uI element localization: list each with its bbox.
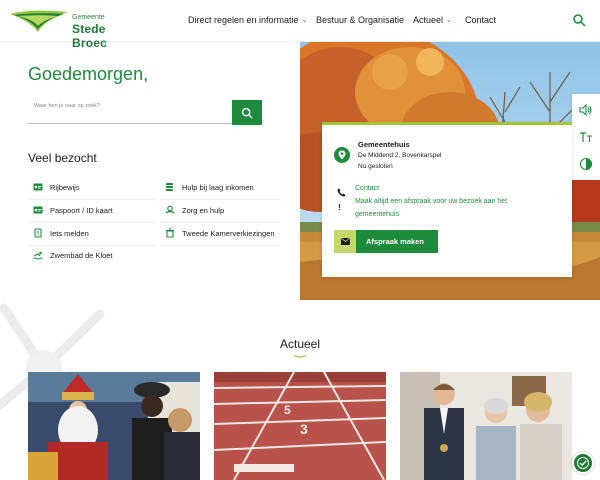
town-hall-info-card: Gemeentehuis De Middend 2, Bovenkarspel …	[322, 122, 572, 277]
link-label: Rijbewijs	[50, 182, 80, 192]
id-card-icon	[32, 182, 44, 192]
site-header: Gemeente Stede Broec Direct regelen en i…	[0, 0, 600, 50]
mayor-photo	[400, 372, 572, 480]
logo-text-small: Gemeente	[72, 14, 105, 21]
nav-bestuur-organisatie[interactable]: Bestuur & Organisatie	[316, 15, 404, 25]
nav-label: Actueel	[413, 15, 444, 25]
search-submit-button[interactable]	[232, 100, 262, 125]
report-icon	[32, 228, 44, 238]
link-rijbewijs[interactable]: Rijbewijs	[32, 182, 80, 192]
most-visited-heading: Veel bezocht	[28, 151, 97, 165]
link-label: Zorg en hulp	[182, 205, 225, 215]
swimmer-icon	[32, 250, 44, 260]
nav-label: Contact	[465, 15, 497, 25]
news-item-mayor[interactable]	[400, 372, 572, 480]
contrast-button[interactable]	[578, 156, 594, 172]
link-label: Hulp bij laag inkomen	[182, 182, 254, 192]
id-card-icon	[32, 205, 44, 215]
news-item-sinterklaas[interactable]	[28, 372, 200, 480]
divider	[28, 245, 156, 246]
opening-status: Nu gesloten	[358, 163, 393, 170]
search-icon	[573, 14, 586, 27]
envelope-icon	[334, 230, 356, 253]
speaker-icon	[579, 104, 592, 116]
link-label: Paspoort / ID kaart	[50, 205, 113, 215]
divider	[160, 245, 280, 246]
notice-icon: !	[338, 203, 341, 212]
divider	[28, 222, 156, 223]
link-zwembad-de-kloet[interactable]: Zwembad de Kloet	[32, 250, 113, 260]
phone-icon	[337, 184, 347, 197]
divider	[160, 199, 280, 200]
link-tweede-kamerverkiezingen[interactable]: Tweede Kamerverkiezingen	[164, 228, 275, 238]
link-paspoort-id[interactable]: Paspoort / ID kaart	[32, 205, 113, 215]
location-address: De Middend 2, Bovenkarspel	[358, 152, 442, 159]
link-label: Zwembad de Kloet	[50, 250, 113, 260]
coins-icon	[164, 182, 176, 192]
running-track-photo: 5 3	[214, 372, 386, 480]
search-icon	[241, 107, 253, 118]
chevron-down-icon: ⌄	[446, 17, 452, 24]
read-aloud-button[interactable]	[578, 102, 594, 118]
nav-label: Bestuur & Organisatie	[316, 15, 405, 25]
sinterklaas-photo	[28, 372, 200, 480]
logo-text-main: Stede Broec	[72, 22, 108, 50]
header-search-button[interactable]	[572, 13, 586, 27]
link-label: Tweede Kamerverkiezingen	[182, 228, 275, 238]
news-section-heading: Actueel	[279, 337, 321, 351]
site-search-input[interactable]	[28, 100, 232, 124]
contrast-icon	[579, 157, 593, 171]
care-icon	[164, 205, 176, 215]
contact-link[interactable]: Contact	[355, 185, 379, 192]
link-label: Iets melden	[50, 228, 89, 238]
link-iets-melden[interactable]: Iets melden	[32, 228, 89, 238]
notice-text-line2: gemeentehuis	[355, 211, 399, 218]
location-name: Gemeentehuis	[358, 140, 410, 149]
svg-text:5: 5	[284, 403, 291, 417]
nav-contact[interactable]: Contact	[465, 15, 496, 25]
make-appointment-button[interactable]: Afspraak maken	[334, 230, 438, 253]
checkmark-icon	[577, 457, 589, 469]
divider	[160, 222, 280, 223]
link-zorg-en-hulp[interactable]: Zorg en hulp	[164, 205, 224, 215]
text-size-button[interactable]	[578, 129, 594, 145]
heading-accent-icon	[294, 355, 306, 358]
chevron-down-icon: ⌄	[301, 17, 308, 24]
accessibility-toolbar	[572, 94, 600, 180]
text-size-icon	[580, 132, 592, 142]
site-logo[interactable]: Gemeente Stede Broec	[8, 6, 128, 50]
nav-direct-regelen[interactable]: Direct regelen en informatie ⌄	[188, 15, 307, 25]
cookie-settings-button[interactable]	[572, 452, 594, 474]
divider	[28, 199, 156, 200]
ballot-box-icon	[164, 228, 176, 238]
svg-text:3: 3	[300, 421, 308, 437]
notice-text-line1: Maak altijd een afspraak voor uw bezoek …	[355, 198, 508, 205]
nav-label: Direct regelen en informatie	[188, 15, 299, 25]
logo-mark-icon	[10, 10, 68, 33]
link-hulp-laag-inkomen[interactable]: Hulp bij laag inkomen	[164, 182, 254, 192]
greeting-heading: Goedemorgen,	[28, 64, 149, 84]
news-item-running-track[interactable]: 5 3	[214, 372, 386, 480]
location-pin-icon	[334, 147, 350, 163]
nav-actueel[interactable]: Actueel ⌄	[413, 15, 452, 25]
button-label: Afspraak maken	[366, 237, 424, 246]
